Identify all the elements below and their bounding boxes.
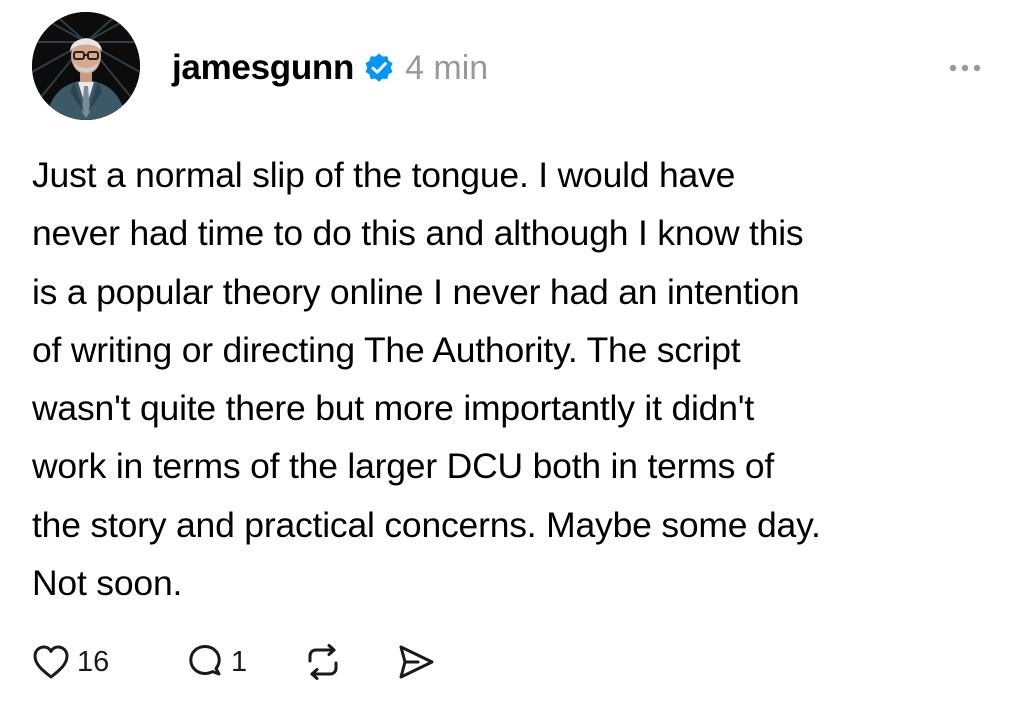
comment-icon: [189, 645, 221, 676]
post-text-line: never had time to do this and although I…: [32, 213, 804, 254]
post-text-line: work in terms of the larger DCU both in …: [32, 446, 775, 487]
repost-icon: [308, 644, 338, 680]
reply-count: 1: [231, 645, 248, 678]
avatar-image: [32, 12, 140, 120]
post-body: Just a normal slip of the tongue. I woul…: [32, 146, 992, 612]
like-button[interactable]: 16: [32, 644, 142, 680]
post-actions: 16 1: [32, 640, 436, 684]
post-text-line: the story and practical concerns. Maybe …: [32, 504, 821, 545]
share-button[interactable]: [396, 643, 436, 681]
username[interactable]: jamesgunn: [172, 48, 354, 88]
post-header: jamesgunn 4 min: [172, 46, 488, 90]
heart-icon: [33, 645, 69, 679]
repost-button[interactable]: [304, 643, 360, 681]
post-text-line: Not soon.: [32, 563, 183, 604]
like-count: 16: [77, 645, 110, 678]
more-horizontal-icon: [949, 64, 981, 72]
post-text-line: Just a normal slip of the tongue. I woul…: [32, 155, 736, 195]
post-text-line: of writing or directing The Authority. T…: [32, 329, 741, 370]
post-text-line: wasn't quite there but more importantly …: [32, 388, 755, 429]
send-icon: [399, 645, 434, 679]
avatar[interactable]: [32, 12, 140, 120]
post-timestamp: 4 min: [405, 48, 489, 87]
more-options-button[interactable]: [944, 56, 986, 80]
reply-button[interactable]: 1: [186, 643, 278, 681]
verified-badge-icon: [363, 52, 395, 84]
post-text-line: is a popular theory online I never had a…: [32, 271, 800, 312]
post: jamesgunn 4 min Just a normal slip of th…: [0, 0, 1024, 716]
